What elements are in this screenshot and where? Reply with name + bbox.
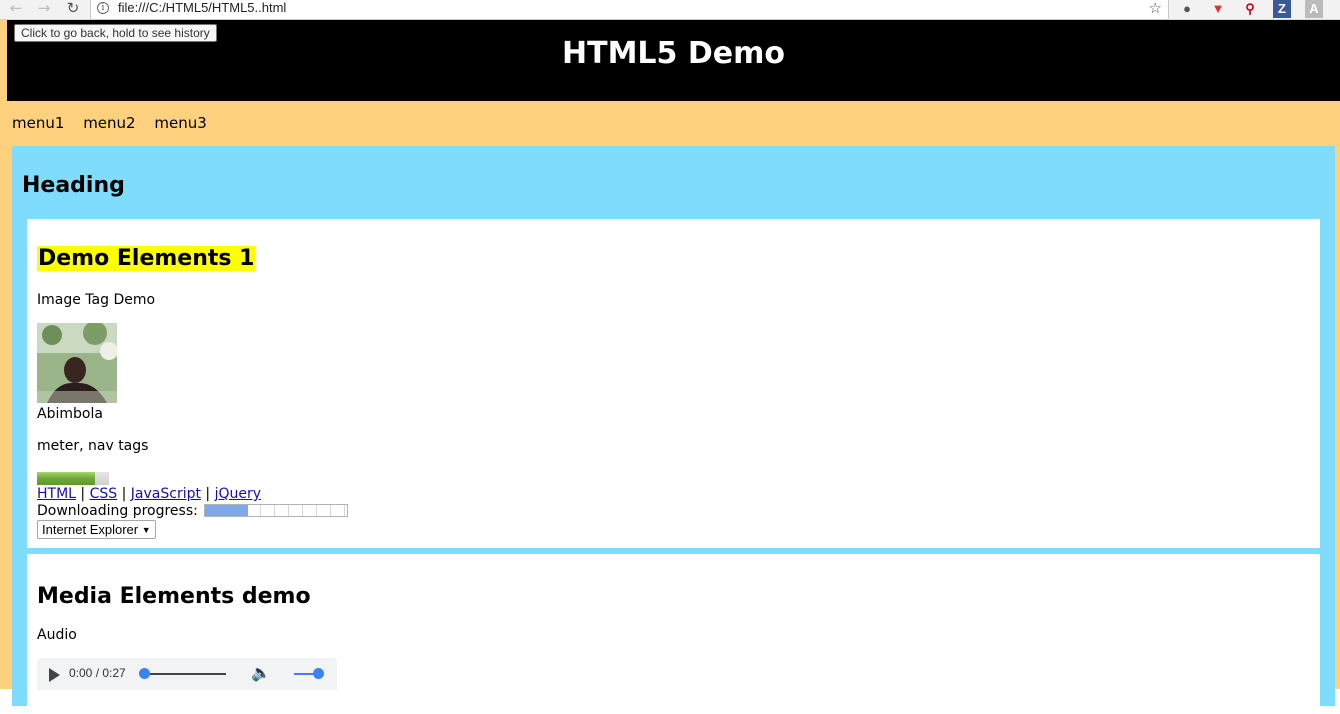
meter-fill bbox=[37, 472, 95, 485]
highlighted-title: Demo Elements 1 bbox=[37, 246, 256, 271]
lastpass-icon[interactable]: ⚲ bbox=[1241, 0, 1259, 18]
nav-links: HTML | CSS | JavaScript | jQuery bbox=[37, 486, 261, 502]
back-arrow-icon[interactable]: ← bbox=[6, 0, 26, 18]
volume-knob[interactable] bbox=[313, 668, 324, 679]
progress-fill bbox=[205, 505, 248, 516]
reload-icon[interactable]: ↻ bbox=[63, 0, 83, 18]
link-javascript[interactable]: JavaScript bbox=[131, 486, 201, 502]
ghostery-icon[interactable]: ● bbox=[1178, 0, 1196, 18]
tags-label: meter, nav tags bbox=[37, 438, 149, 454]
forward-arrow-icon[interactable]: → bbox=[34, 0, 54, 18]
demo-elements-section: Demo Elements 1 Image Tag Demo Abimbola … bbox=[27, 219, 1320, 548]
nav-menu3[interactable]: menu3 bbox=[154, 114, 206, 132]
bookmark-star-icon[interactable]: ☆ bbox=[1149, 0, 1162, 17]
section-title: Demo Elements 1 bbox=[37, 246, 256, 271]
info-icon[interactable]: i bbox=[97, 2, 109, 14]
meter-bar bbox=[37, 472, 109, 485]
volume-slider[interactable] bbox=[294, 668, 324, 679]
url-text: file:///C:/HTML5/HTML5..html bbox=[118, 0, 287, 15]
nav-menu2[interactable]: menu2 bbox=[83, 114, 135, 132]
link-jquery[interactable]: jQuery bbox=[215, 486, 261, 502]
back-button-tooltip: Click to go back, hold to see history bbox=[14, 24, 217, 42]
link-css[interactable]: CSS bbox=[90, 486, 118, 502]
link-separator: | bbox=[80, 486, 86, 502]
select-value: Internet Explorer bbox=[42, 522, 139, 537]
brave-shield-icon[interactable]: ▼ bbox=[1209, 0, 1227, 18]
main-heading: Heading bbox=[22, 173, 125, 198]
browser-select[interactable]: Internet Explorer ▼ bbox=[37, 520, 156, 539]
page-body: HTML5 Demo menu1 menu2 menu3 Heading Dem… bbox=[0, 20, 1340, 714]
profile-photo bbox=[37, 323, 117, 403]
image-caption: Abimbola bbox=[37, 406, 103, 422]
seek-slider[interactable] bbox=[139, 668, 226, 679]
progress-label: Downloading progress: bbox=[37, 503, 198, 519]
dropdown-arrow-icon: ▼ bbox=[141, 525, 151, 535]
volume-icon[interactable]: 🔈 bbox=[251, 663, 271, 682]
link-separator: | bbox=[121, 486, 127, 502]
image-tag-label: Image Tag Demo bbox=[37, 292, 156, 308]
media-section-title: Media Elements demo bbox=[37, 584, 311, 609]
seek-knob[interactable] bbox=[139, 668, 150, 679]
photo-image bbox=[37, 323, 117, 403]
main-content: Heading Demo Elements 1 Image Tag Demo A… bbox=[12, 146, 1335, 714]
link-separator: | bbox=[205, 486, 211, 502]
download-progress-bar bbox=[204, 504, 349, 517]
top-nav: menu1 menu2 menu3 bbox=[12, 114, 221, 132]
nav-menu1[interactable]: menu1 bbox=[12, 114, 64, 132]
zotero-icon[interactable]: Z bbox=[1273, 0, 1291, 18]
audio-time: 0:00 / 0:27 bbox=[69, 666, 126, 680]
audio-label: Audio bbox=[37, 627, 77, 643]
link-html[interactable]: HTML bbox=[37, 486, 76, 502]
browser-toolbar: ← → ↻ i file:///C:/HTML5/HTML5..html ☆ ●… bbox=[0, 0, 1340, 20]
media-elements-section: Media Elements demo Audio 0:00 / 0:27 🔈 bbox=[27, 554, 1320, 714]
pdf-icon[interactable]: A bbox=[1305, 0, 1323, 18]
address-bar[interactable]: i file:///C:/HTML5/HTML5..html ☆ bbox=[90, 0, 1169, 20]
play-icon[interactable] bbox=[49, 668, 60, 682]
audio-player[interactable]: 0:00 / 0:27 🔈 bbox=[37, 658, 337, 690]
progress-row: Downloading progress: bbox=[37, 503, 349, 519]
